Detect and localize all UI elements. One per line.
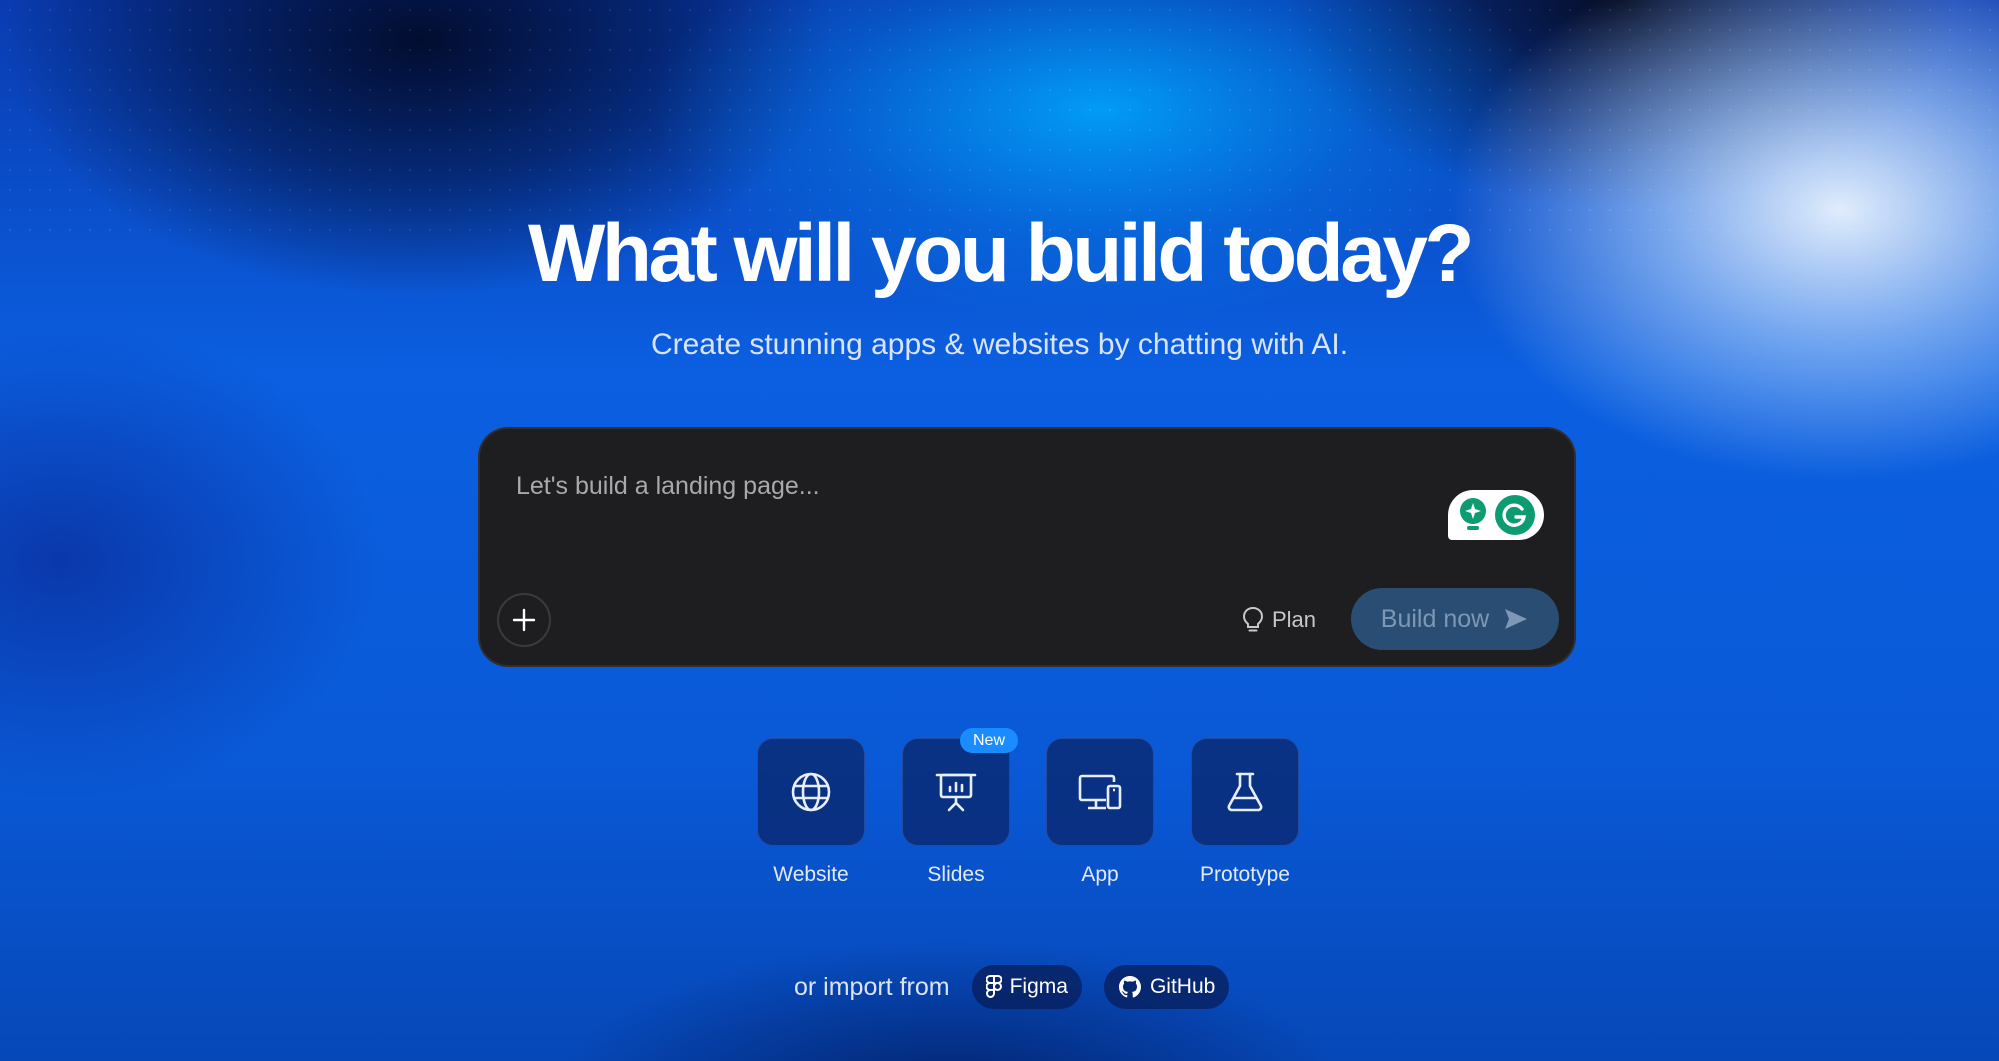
prompt-input[interactable] [514, 465, 1378, 507]
import-row: or import from Figma GitHub [794, 964, 1230, 1010]
prototype-label: Prototype [1200, 863, 1290, 886]
globe-icon [791, 772, 831, 812]
slides-tile[interactable] [902, 738, 1010, 846]
project-type-selector: Website Slides App Prototype New [756, 728, 1300, 898]
devices-icon [1078, 774, 1122, 810]
import-github-button[interactable]: GitHub [1103, 965, 1230, 1009]
project-type-app[interactable]: App [1045, 738, 1155, 888]
github-icon [1118, 976, 1141, 998]
website-tile[interactable] [757, 738, 865, 846]
plus-icon [512, 608, 536, 632]
figma-icon [985, 975, 1002, 998]
plan-label: Plan [1272, 607, 1317, 632]
grammarly-logo-icon [1495, 495, 1535, 535]
project-type-prototype[interactable]: Prototype [1190, 738, 1300, 888]
prompt-box: Plan Build now [478, 427, 1576, 667]
project-type-website[interactable]: Website [756, 738, 866, 888]
presentation-icon [935, 773, 977, 812]
import-label: or import from [794, 972, 950, 1001]
prototype-tile[interactable] [1191, 738, 1299, 846]
new-badge: New [960, 728, 1018, 753]
github-label: GitHub [1149, 975, 1216, 998]
grammarly-suggestion-icon [1460, 498, 1486, 530]
website-label: Website [773, 863, 849, 886]
add-attachment-button[interactable] [497, 593, 551, 647]
import-figma-button[interactable]: Figma [971, 965, 1082, 1009]
app-label: App [1081, 863, 1119, 886]
page-title: What will you build today? [527, 208, 1475, 299]
project-type-slides[interactable]: Slides [901, 738, 1011, 888]
figma-label: Figma [1009, 975, 1068, 998]
send-arrow-icon [1505, 609, 1528, 629]
page-subtitle: Create stunning apps & websites by chatt… [650, 328, 1349, 361]
flask-icon [1227, 772, 1263, 812]
app-tile[interactable] [1046, 738, 1154, 846]
lightbulb-icon [1242, 606, 1264, 632]
grammarly-widget[interactable] [1448, 490, 1544, 540]
plan-button[interactable]: Plan [1242, 599, 1316, 641]
build-now-button[interactable]: Build now [1351, 588, 1559, 650]
slides-label: Slides [927, 863, 985, 886]
build-now-label: Build now [1380, 604, 1490, 633]
